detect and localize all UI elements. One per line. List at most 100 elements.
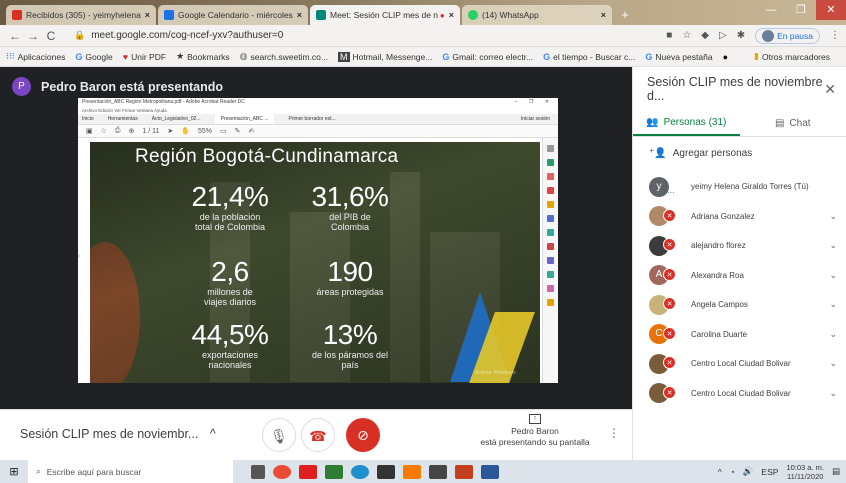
tab-label: Google Calendario - miércoles,...	[178, 10, 293, 20]
language-indicator[interactable]: ESP	[761, 467, 778, 477]
app-icon[interactable]	[299, 464, 317, 479]
browser-tab-meet[interactable]: Meet: Sesión CLIP mes de n... ● ×	[310, 5, 460, 25]
camera-off-button[interactable]: ⊘	[346, 418, 380, 452]
presenting-status[interactable]: ↑ Pedro Baron está presentando su pantal…	[470, 412, 600, 448]
menu-kebab-icon[interactable]: ⋮	[830, 30, 840, 41]
chevron-down-icon[interactable]: ⌄	[829, 388, 837, 399]
meeting-details-button[interactable]: Sesión CLIP mes de noviembr... ^	[20, 427, 216, 441]
participant-row[interactable]: A ✕ Alexandra Roa ⌄	[633, 261, 846, 291]
bookmark-item[interactable]: ★ Bookmarks	[176, 51, 230, 62]
cast-icon[interactable]: ▷	[719, 30, 727, 41]
slide: Región Bogotá-Cundinamarca 21,4% de la p…	[90, 142, 540, 383]
bookmark-star-icon[interactable]: ☆	[682, 30, 691, 41]
clock[interactable]: 10:03 a. m. 11/11/2020	[786, 463, 824, 481]
close-tab-icon[interactable]: ×	[297, 10, 302, 20]
chevron-up-icon[interactable]: ^	[718, 467, 722, 477]
bookmark-item[interactable]: ♥ Unir PDF	[123, 52, 166, 62]
close-window-button[interactable]: ✕	[816, 0, 846, 20]
bookmark-item[interactable]: Gel tiempo - Buscar c...	[543, 52, 635, 62]
chrome-icon[interactable]	[273, 464, 291, 479]
whatsapp-icon	[468, 10, 478, 20]
reader-titlebar: Presentación_ABC Región Metropolitana.pd…	[78, 98, 558, 107]
edge-icon[interactable]	[351, 464, 369, 479]
mic-off-icon: ✕	[663, 356, 676, 369]
pdf-icon: ♥	[122, 51, 129, 62]
new-tab-button[interactable]: +	[616, 6, 634, 24]
chevron-down-icon[interactable]: ⌄	[829, 270, 837, 281]
bookmark-item[interactable]: ●	[723, 52, 731, 62]
participant-row[interactable]: ✕ Centro Local Ciudad Bolivar ⌄	[633, 379, 846, 409]
reader-menubar: Archivo Edición Ver Firmar Ventana Ayuda	[82, 108, 167, 113]
taskbar-search[interactable]: ⌕ Escribe aquí para buscar	[28, 460, 233, 483]
participant-row[interactable]: ✕ Angela Campos ⌄	[633, 290, 846, 320]
powerpoint-icon[interactable]	[455, 464, 473, 479]
chevron-down-icon[interactable]: ⌄	[829, 329, 837, 340]
browser-tab-whatsapp[interactable]: (14) WhatsApp ×	[462, 5, 612, 25]
bookmark-item[interactable]: M Hotmail, Messenge...	[338, 51, 432, 62]
pen-icon: ✎	[234, 128, 241, 135]
back-arrow-icon[interactable]: ←	[6, 29, 24, 43]
participant-row[interactable]: ✕ Adriana Gonzalez ⌄	[633, 202, 846, 232]
minimize-button[interactable]: —	[756, 0, 786, 20]
word-icon[interactable]	[481, 464, 499, 479]
bookmark-item[interactable]: G Google	[75, 52, 112, 62]
notifications-icon[interactable]: ▤	[832, 466, 840, 477]
windows-start-icon[interactable]: ⊞	[0, 465, 28, 478]
reader-toolbar: ▣ ☆ ⎙ ⊕ 1 / 11 ➤ ✋ 55% ▭ ✎ ✍	[78, 125, 558, 138]
camera-permission-icon[interactable]: ■	[666, 30, 672, 41]
google-g-icon: G	[645, 51, 653, 62]
forward-arrow-icon[interactable]: →	[24, 29, 42, 43]
app-icon[interactable]	[325, 464, 343, 479]
bookmark-item[interactable]: ◍ search.sweetim.co...	[240, 51, 328, 62]
camera-off-icon: ⊘	[357, 427, 369, 443]
app-icon[interactable]	[429, 464, 447, 479]
network-icon[interactable]: ◔	[730, 467, 735, 477]
profile-button[interactable]: En pausa	[755, 27, 820, 44]
app-icon[interactable]	[403, 464, 421, 479]
tab-chat[interactable]: ▤ Chat	[740, 111, 846, 136]
add-people-button[interactable]: ⁺👤 Agregar personas	[633, 137, 846, 169]
close-icon[interactable]: ✕	[824, 81, 836, 98]
task-view-icon[interactable]	[251, 464, 265, 479]
reload-icon[interactable]: C	[42, 29, 60, 43]
chevron-down-icon[interactable]: ⌄	[829, 358, 837, 369]
tab-label: (14) WhatsApp	[482, 10, 539, 20]
mic-button[interactable]: 🎙	[262, 418, 296, 452]
browser-tab-calendar[interactable]: Google Calendario - miércoles,... ×	[158, 5, 308, 25]
participant-row[interactable]: ✕ Centro Local Ciudad Bolivar ⌄	[633, 349, 846, 379]
window-controls: — ❐ ✕	[756, 0, 846, 20]
close-tab-icon[interactable]: ×	[145, 10, 150, 20]
extension-icon[interactable]: ◆	[701, 30, 709, 41]
tab-people[interactable]: 👥 Personas (31)	[633, 111, 740, 136]
chevron-down-icon[interactable]: ⌄	[829, 299, 837, 310]
volume-icon[interactable]: 🔊	[743, 466, 754, 477]
star-icon: ☆	[100, 128, 107, 135]
participant-row[interactable]: ✕ alejandro florez ⌄	[633, 231, 846, 261]
close-tab-icon[interactable]: ×	[449, 10, 454, 20]
browser-tab-gmail[interactable]: Recibidos (305) - yeimyhelenag... ×	[6, 5, 156, 25]
calendar-icon	[164, 10, 174, 20]
bookmark-item[interactable]: G Gmail: correo electr...	[442, 52, 533, 62]
people-panel: Sesión CLIP mes de noviembre d... ✕ 👥 Pe…	[632, 67, 846, 460]
bookmark-item[interactable]: ⁝⁝⁝ Aplicaciones	[6, 51, 65, 62]
chevron-down-icon[interactable]: ⌄	[829, 240, 837, 251]
avatar: y	[649, 176, 669, 197]
other-bookmarks[interactable]: ▮ Otros marcadores	[754, 51, 830, 62]
address-bar[interactable]: 🔒 meet.google.com/cog-ncef-yxv?authuser=…	[66, 27, 626, 44]
chevron-down-icon[interactable]: ⌄	[829, 211, 837, 222]
close-tab-icon[interactable]: ×	[601, 10, 606, 20]
hand-icon: ✋	[181, 128, 190, 135]
url-text: meet.google.com/cog-ncef-yxv?authuser=0	[91, 30, 284, 41]
maximize-button[interactable]: ❐	[786, 0, 816, 20]
leave-call-button[interactable]: ☎	[301, 418, 335, 452]
bookmark-item[interactable]: G Nueva pestaña	[645, 52, 712, 62]
panel-header: Sesión CLIP mes de noviembre d... ✕	[633, 67, 846, 111]
participant-row[interactable]: C ✕ Carolina Duarte ⌄	[633, 320, 846, 350]
participant-row[interactable]: y … yeimy Helena Giraldo Torres (Tú)	[633, 172, 846, 202]
google-g-icon: G	[543, 51, 551, 62]
puzzle-icon[interactable]: ✱	[737, 30, 745, 41]
store-icon[interactable]	[377, 464, 395, 479]
chrome-extension-icon: ●	[722, 51, 728, 62]
more-options-icon[interactable]: ⋮	[608, 426, 620, 440]
star-icon: ★	[176, 51, 185, 61]
